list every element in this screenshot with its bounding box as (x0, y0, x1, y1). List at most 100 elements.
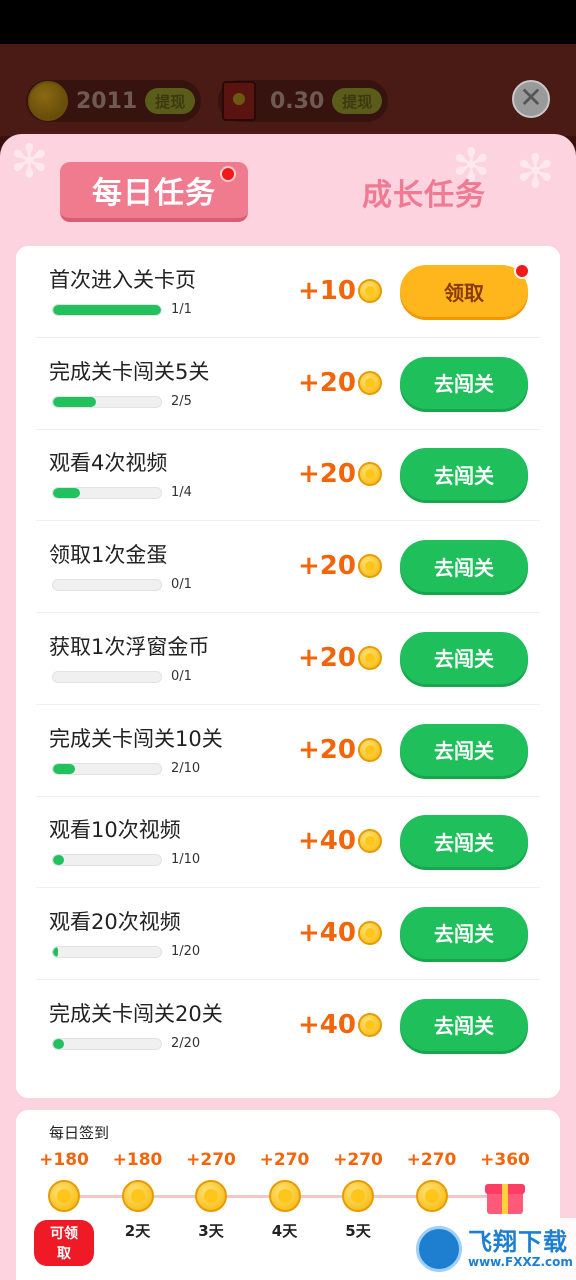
gold-coin-icon (268, 1180, 301, 1212)
task-action-label: 去闯关 (434, 1014, 494, 1039)
task-progress-bar (52, 945, 162, 958)
coin-withdraw-button[interactable]: 提现 (145, 88, 196, 114)
cash-balance: 0.30 提现 (218, 80, 389, 122)
gift-box-icon (483, 1178, 527, 1214)
task-progress-text: 2/10 (171, 760, 201, 776)
tab-daily-label: 每日任务 (92, 176, 216, 211)
gold-coin-icon (358, 279, 382, 303)
task-row: 观看4次视频 1/4 +20 去闯关 (16, 429, 560, 522)
task-action-button[interactable]: 去闯关 (400, 631, 528, 684)
task-row: 观看10次视频 1/10 +40 去闯关 (16, 796, 560, 889)
gold-coin-icon (28, 81, 68, 121)
gold-coin-icon (358, 1012, 382, 1037)
close-icon[interactable]: ✕ (512, 80, 550, 118)
task-progress-text: 0/1 (171, 577, 192, 593)
task-action-button[interactable]: 领取 (400, 263, 530, 317)
signin-reward: +270 (186, 1150, 236, 1170)
coin-amount: 2011 (76, 88, 138, 114)
task-action-label: 去闯关 (434, 372, 494, 397)
signin-day-label: 2天 (124, 1222, 151, 1240)
status-bar (0, 0, 576, 44)
task-progress-text: 2/5 (171, 393, 192, 409)
task-progress-text: 1/10 (171, 852, 201, 868)
signin-day-label: 4天 (271, 1222, 298, 1240)
task-panel: ✻ ✻ ✻ 每日任务 成长任务 首次进入关卡页 1/1 +10 领取 完成关卡闯关5关 2… (0, 134, 576, 1280)
cash-withdraw-button[interactable]: 提现 (332, 88, 383, 114)
task-action-button[interactable]: 去闯关 (400, 356, 528, 409)
task-reward: +40 (298, 826, 356, 857)
task-row: 观看20次视频 1/20 +40 去闯关 (16, 888, 560, 980)
task-progress-fill (53, 763, 75, 774)
task-action-button[interactable]: 去闯关 (400, 448, 528, 501)
task-title: 观看4次视频 (49, 451, 168, 476)
task-action-label: 去闯关 (434, 830, 494, 855)
task-progress-bar (52, 1037, 162, 1050)
signin-reward: +270 (406, 1150, 457, 1170)
task-progress-text: 2/20 (171, 1035, 201, 1051)
task-progress-text: 1/4 (171, 485, 192, 501)
task-action-button[interactable]: 去闯关 (400, 998, 528, 1051)
task-action-label: 去闯关 (434, 555, 494, 580)
task-reward: +40 (298, 1009, 356, 1040)
flower-decoration-icon: ✻ (516, 144, 555, 198)
signin-day-label[interactable]: 可领取 (34, 1220, 94, 1266)
task-row: 完成关卡闯关5关 2/5 +20 去闯关 (16, 338, 560, 430)
task-row: 完成关卡闯关20关 2/20 +40 去闯关 (16, 980, 560, 1072)
signin-title: 每日签到 (49, 1124, 110, 1142)
task-progress-bar (52, 762, 162, 775)
red-packet-icon (222, 81, 256, 121)
task-reward: +20 (298, 551, 356, 582)
gold-coin-icon (358, 737, 382, 762)
task-progress-fill (53, 396, 97, 407)
signin-day: +270 5天 (328, 1150, 388, 1241)
task-title: 领取1次金蛋 (49, 543, 168, 568)
tab-growth-label: 成长任务 (362, 178, 486, 213)
task-action-button[interactable]: 去闯关 (400, 906, 528, 959)
task-reward: +20 (298, 734, 356, 765)
task-action-label: 去闯关 (434, 922, 494, 947)
task-reward: +20 (298, 459, 356, 490)
task-row: 获取1次浮窗金币 0/1 +20 去闯关 (16, 613, 560, 705)
task-action-button[interactable]: 去闯关 (400, 723, 528, 776)
watermark-url: www.FXXZ.com (468, 1255, 573, 1270)
flower-decoration-icon: ✻ (10, 134, 49, 188)
tab-growth-tasks[interactable]: 成长任务 (330, 162, 518, 222)
task-progress-bar (52, 854, 162, 867)
task-action-label: 领取 (444, 280, 484, 305)
signin-day-label: 5天 (345, 1222, 371, 1240)
gold-coin-icon (358, 370, 382, 395)
task-reward: +10 (298, 276, 356, 306)
task-progress-bar (52, 579, 162, 592)
signin-reward: +270 (333, 1150, 383, 1170)
task-row: 完成关卡闯关10关 2/10 +20 去闯关 (16, 705, 560, 797)
watermark-name: 飞翔下载 (468, 1227, 568, 1256)
tab-daily-tasks[interactable]: 每日任务 (60, 162, 248, 222)
gold-coin-icon (358, 554, 382, 579)
task-title: 完成关卡闯关10关 (49, 726, 223, 751)
task-progress-fill (53, 305, 161, 315)
signin-day: +180 2天 (108, 1150, 168, 1241)
coin-balance: 2011 提现 (26, 80, 202, 122)
task-progress-text: 1/20 (171, 943, 201, 959)
task-progress-bar (52, 395, 162, 408)
task-title: 观看10次视频 (49, 818, 181, 843)
task-action-button[interactable]: 去闯关 (400, 540, 528, 593)
site-watermark: 飞翔下载 www.FXXZ.com (410, 1218, 576, 1280)
task-action-label: 去闯关 (434, 647, 494, 672)
signin-day: +270 4天 (255, 1150, 315, 1241)
gold-coin-icon (48, 1180, 80, 1212)
task-title: 观看20次视频 (49, 909, 181, 934)
task-reward: +20 (298, 367, 356, 398)
task-title: 获取1次浮窗金币 (49, 634, 210, 659)
watermark-logo-icon (416, 1226, 462, 1272)
task-progress-bar (52, 304, 162, 316)
gold-coin-icon (342, 1180, 374, 1212)
signin-reward: +180 (39, 1150, 89, 1170)
signin-day: +270 3天 (181, 1150, 241, 1241)
signin-day[interactable]: +180 可领取 (34, 1150, 94, 1266)
task-progress-fill (53, 1038, 64, 1049)
task-action-button[interactable]: 去闯关 (400, 815, 528, 868)
task-row: 首次进入关卡页 1/1 +10 领取 (16, 246, 560, 338)
signin-reward: +180 (112, 1150, 163, 1170)
task-progress-text: 0/1 (171, 668, 192, 684)
